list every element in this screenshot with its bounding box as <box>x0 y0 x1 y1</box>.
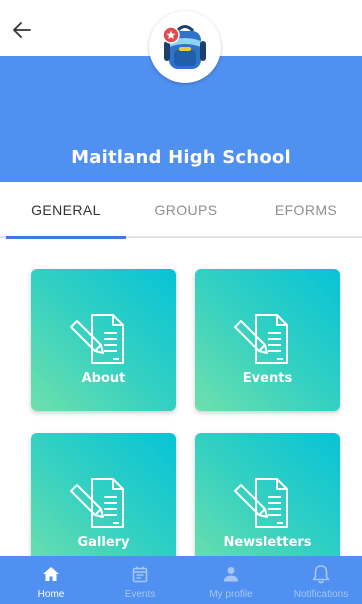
menu-grid: About Events Gallery Newsletters <box>0 240 362 556</box>
nav-label: My profile <box>209 589 253 600</box>
active-tab-indicator <box>6 236 126 239</box>
document-pencil-icon <box>70 478 124 528</box>
back-button[interactable] <box>6 14 38 46</box>
tab-eforms[interactable]: EFORMS <box>246 182 362 238</box>
tab-general[interactable]: GENERAL <box>6 182 126 238</box>
nav-my-profile[interactable]: My profile <box>200 556 262 604</box>
backpack-icon <box>162 25 206 69</box>
tab-bar: GENERAL GROUPS EFORMS <box>0 182 362 239</box>
nav-notifications[interactable]: Notifications <box>288 556 354 604</box>
document-pencil-icon <box>70 314 124 364</box>
nav-label: Home <box>37 589 65 600</box>
newsletters-card[interactable]: Newsletters <box>195 433 340 556</box>
card-label: Newsletters <box>223 535 312 550</box>
gallery-card[interactable]: Gallery <box>31 433 176 556</box>
card-label: Events <box>242 371 293 386</box>
card-label: Gallery <box>77 535 130 550</box>
tab-groups[interactable]: GROUPS <box>126 182 246 238</box>
calendar-icon <box>132 566 148 583</box>
nav-home[interactable]: Home <box>22 556 80 604</box>
bottom-navigation: Home Events My profile Notifications <box>0 556 362 604</box>
school-logo <box>149 11 221 83</box>
arrow-left-icon <box>13 22 31 38</box>
about-card[interactable]: About <box>31 269 176 411</box>
nav-label: Notifications <box>293 589 349 600</box>
bell-icon <box>312 565 330 584</box>
card-label: About <box>81 371 126 386</box>
events-card[interactable]: Events <box>195 269 340 411</box>
nav-events[interactable]: Events <box>111 556 169 604</box>
document-pencil-icon <box>234 478 288 528</box>
school-title: Maitland High School <box>71 147 291 168</box>
home-icon <box>43 567 59 581</box>
document-pencil-icon <box>234 314 288 364</box>
person-icon <box>224 567 238 582</box>
nav-label: Events <box>124 589 156 600</box>
